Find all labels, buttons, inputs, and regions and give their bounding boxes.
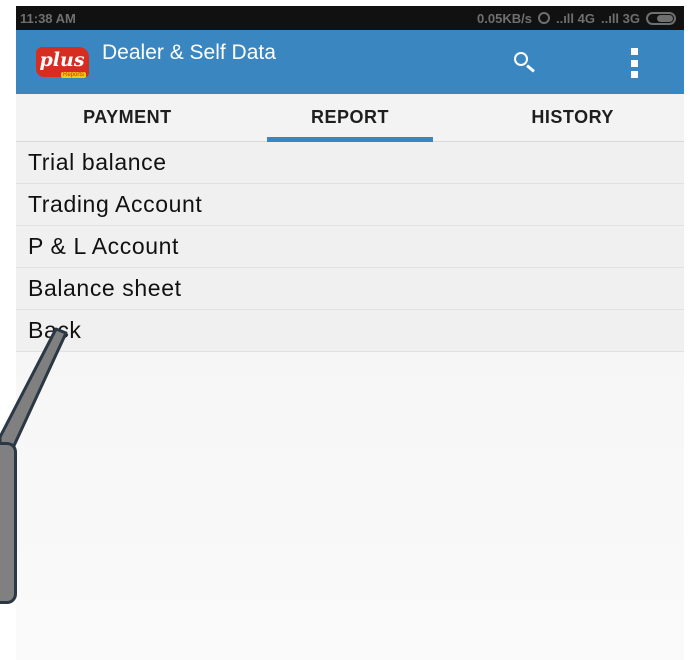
callout-pointer [0, 327, 68, 450]
menu-item-trading-account[interactable]: Trading Account [16, 184, 684, 226]
report-menu-list: Trial balance Trading Account P & L Acco… [16, 142, 684, 352]
logo-tag: Reports [60, 72, 86, 78]
tab-history[interactable]: HISTORY [461, 94, 684, 141]
status-time: 11:38 AM [20, 10, 76, 26]
battery-level-fill [657, 14, 673, 22]
menu-item-back[interactable]: Back [16, 310, 684, 352]
tab-bar: PAYMENT REPORT HISTORY [16, 94, 684, 142]
signal-4g-indicator: ..ıll 4G [555, 10, 595, 26]
signal-3g-indicator: ..ıll 3G [600, 10, 640, 26]
status-bar: 11:38 AM 0.05KB/s ..ıll 4G ..ıll 3G [16, 6, 684, 30]
search-icon[interactable] [512, 48, 540, 76]
tab-report[interactable]: REPORT [239, 94, 462, 142]
alarm-icon [537, 12, 550, 24]
menu-item-pl-account[interactable]: P & L Account [16, 226, 684, 268]
menu-item-balance-sheet[interactable]: Balance sheet [16, 268, 684, 310]
tab-payment[interactable]: PAYMENT [16, 94, 239, 141]
phone-screen: 11:38 AM 0.05KB/s ..ıll 4G ..ıll 3G plus… [16, 6, 684, 660]
app-logo: plus Reports [35, 44, 89, 80]
app-title: Dealer & Self Data [102, 41, 276, 64]
battery-icon [646, 11, 676, 25]
network-speed: 0.05KB/s [477, 10, 532, 26]
app-bar: plus Reports Dealer & Self Data [16, 30, 684, 94]
menu-item-trial-balance[interactable]: Trial balance [16, 142, 684, 184]
status-indicators: 0.05KB/s ..ıll 4G ..ıll 3G [477, 11, 676, 26]
annotation-callout [0, 442, 17, 604]
overflow-menu-icon[interactable] [628, 48, 640, 78]
